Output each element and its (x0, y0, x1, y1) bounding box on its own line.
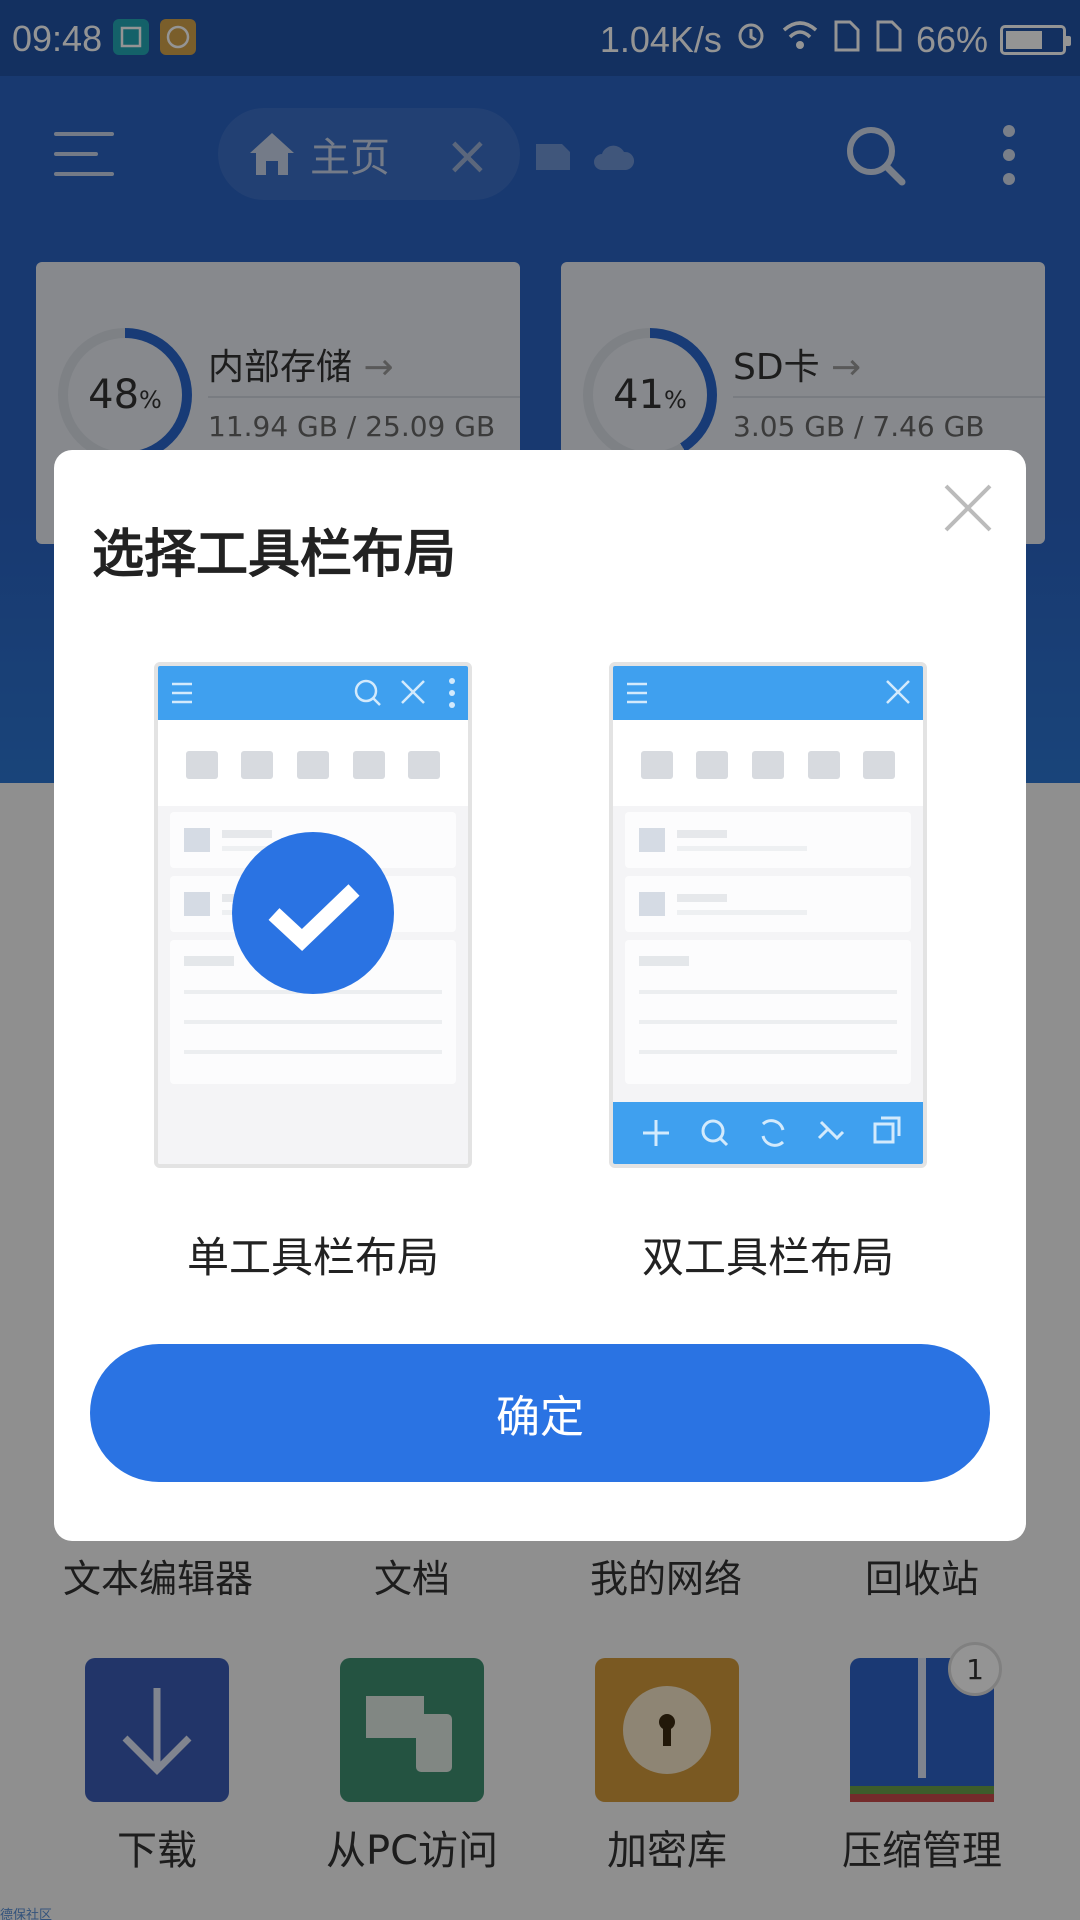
option-double-toolbar[interactable] (609, 662, 927, 1168)
close-icon[interactable] (940, 480, 996, 536)
option-single-label[interactable]: 单工具栏布局 (154, 1224, 472, 1285)
toolbar-layout-dialog: 选择工具栏布局 单工具栏布局 双工具栏布局 确定 (54, 450, 1026, 1541)
option-single-toolbar[interactable] (154, 662, 472, 1168)
selected-check-icon (232, 832, 394, 994)
confirm-button[interactable]: 确定 (90, 1344, 990, 1482)
dialog-title: 选择工具栏布局 (92, 525, 457, 585)
double-toolbar-preview (609, 662, 927, 1168)
option-double-label[interactable]: 双工具栏布局 (609, 1224, 927, 1285)
